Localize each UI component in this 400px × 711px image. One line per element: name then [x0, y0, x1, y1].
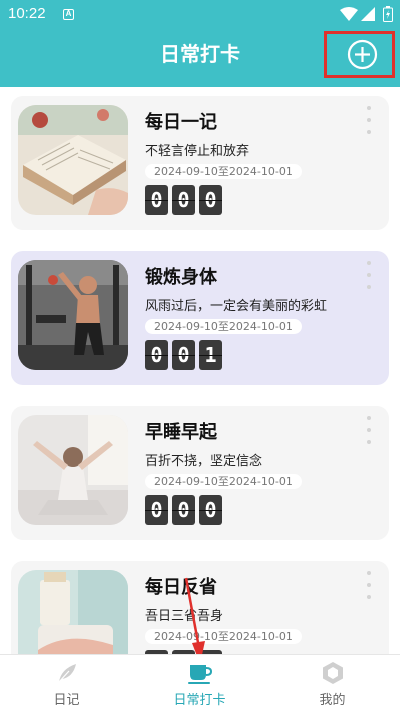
bottom-nav: 日记 日常打卡 我的: [0, 654, 400, 711]
notification-icon: A: [63, 9, 74, 20]
checkin-card[interactable]: 每日一记 不轻言停止和放弃 2024-09-10至2024-10-01 0 0 …: [11, 96, 389, 230]
counter-digit: 1: [199, 340, 222, 370]
wifi-icon: [340, 7, 358, 21]
card-image: [18, 260, 128, 370]
card-subtitle: 风雨过后，一定会有美丽的彩虹: [145, 299, 328, 314]
card-image: [18, 415, 128, 525]
checkin-card[interactable]: 早睡早起 百折不挠，坚定信念 2024-09-10至2024-10-01 0 0…: [11, 406, 389, 540]
more-options-icon[interactable]: [365, 106, 373, 134]
counter-digit: 0: [145, 495, 168, 525]
tab-diary[interactable]: 日记: [0, 655, 133, 711]
card-title: 每日反省: [145, 577, 217, 598]
tab-profile[interactable]: 我的: [266, 655, 399, 711]
counter-digit: 0: [172, 340, 195, 370]
counter-digit: 0: [172, 185, 195, 215]
card-title: 锻炼身体: [145, 267, 217, 288]
card-title: 每日一记: [145, 112, 217, 133]
card-date-range: 2024-09-10至2024-10-01: [145, 319, 302, 334]
card-image: [18, 105, 128, 215]
hexagon-icon: [323, 662, 343, 684]
card-title: 早睡早起: [145, 422, 217, 443]
feather-icon: [58, 664, 76, 683]
counter-digit: 0: [172, 495, 195, 525]
tab-label: 日常打卡: [173, 693, 226, 708]
counter-digit: 0: [199, 185, 222, 215]
app-header: 10:22 A 日常打卡: [0, 0, 400, 87]
more-options-icon[interactable]: [365, 571, 373, 599]
cup-icon: [188, 665, 213, 684]
checkin-card[interactable]: 锻炼身体 风雨过后，一定会有美丽的彩虹 2024-09-10至2024-10-0…: [11, 251, 389, 385]
tab-label: 我的: [319, 693, 346, 708]
checkin-card[interactable]: 每日反省 吾日三省吾身 2024-09-10至2024-10-01 0 0 0: [11, 561, 389, 654]
card-date-range: 2024-09-10至2024-10-01: [145, 164, 302, 179]
plus-circle-icon: [347, 39, 378, 70]
card-date-range: 2024-09-10至2024-10-01: [145, 629, 302, 644]
counter-digit: 0: [199, 495, 222, 525]
more-options-icon[interactable]: [365, 261, 373, 289]
signal-icon: [361, 7, 375, 21]
card-image: [18, 570, 128, 654]
card-date-range: 2024-09-10至2024-10-01: [145, 474, 302, 489]
counter-digit: 0: [145, 185, 168, 215]
card-subtitle: 百折不挠，坚定信念: [145, 454, 263, 469]
counter-digit: 0: [145, 340, 168, 370]
battery-icon: [383, 6, 393, 22]
card-subtitle: 不轻言停止和放弃: [145, 144, 250, 159]
checkin-list[interactable]: 每日一记 不轻言停止和放弃 2024-09-10至2024-10-01 0 0 …: [0, 87, 400, 654]
status-bar: 10:22 A: [0, 0, 400, 28]
tab-label: 日记: [53, 693, 80, 708]
add-checkin-button[interactable]: [324, 31, 395, 78]
status-time: 10:22: [8, 5, 46, 22]
card-subtitle: 吾日三省吾身: [145, 609, 224, 624]
tab-daily-checkin[interactable]: 日常打卡: [133, 655, 266, 711]
more-options-icon[interactable]: [365, 416, 373, 444]
